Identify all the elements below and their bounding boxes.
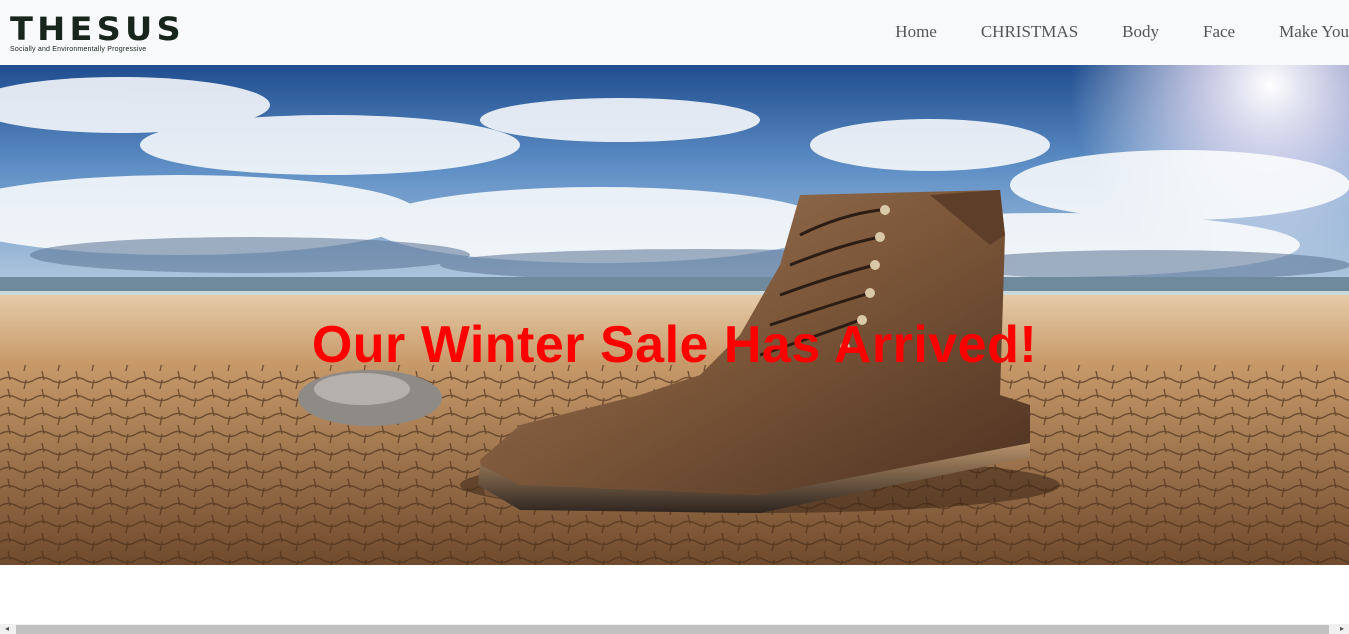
scrollbar-thumb[interactable]	[16, 625, 1329, 634]
nav-item-christmas[interactable]: CHRISTMAS	[981, 20, 1078, 44]
scroll-right-arrow-icon[interactable]: ▸	[1335, 624, 1349, 634]
nav-item-body[interactable]: Body	[1122, 20, 1159, 44]
brand-logo[interactable]: THESUS Socially and Environmentally Prog…	[10, 12, 181, 62]
nav-item-face[interactable]: Face	[1203, 20, 1235, 44]
horizontal-scrollbar[interactable]: ◂ ▸	[0, 624, 1349, 634]
hero-title: Our Winter Sale Has Arrived!	[311, 316, 1038, 374]
main-nav: Home CHRISTMAS Body Face Make You	[851, 20, 1349, 44]
brand-name: THESUS	[10, 10, 185, 48]
nav-item-make-you[interactable]: Make You	[1279, 20, 1349, 44]
hero-banner: Our Winter Sale Has Arrived!	[0, 65, 1349, 565]
site-header: THESUS Socially and Environmentally Prog…	[0, 0, 1349, 65]
scroll-left-arrow-icon[interactable]: ◂	[0, 624, 14, 634]
nav-item-home[interactable]: Home	[895, 20, 937, 44]
